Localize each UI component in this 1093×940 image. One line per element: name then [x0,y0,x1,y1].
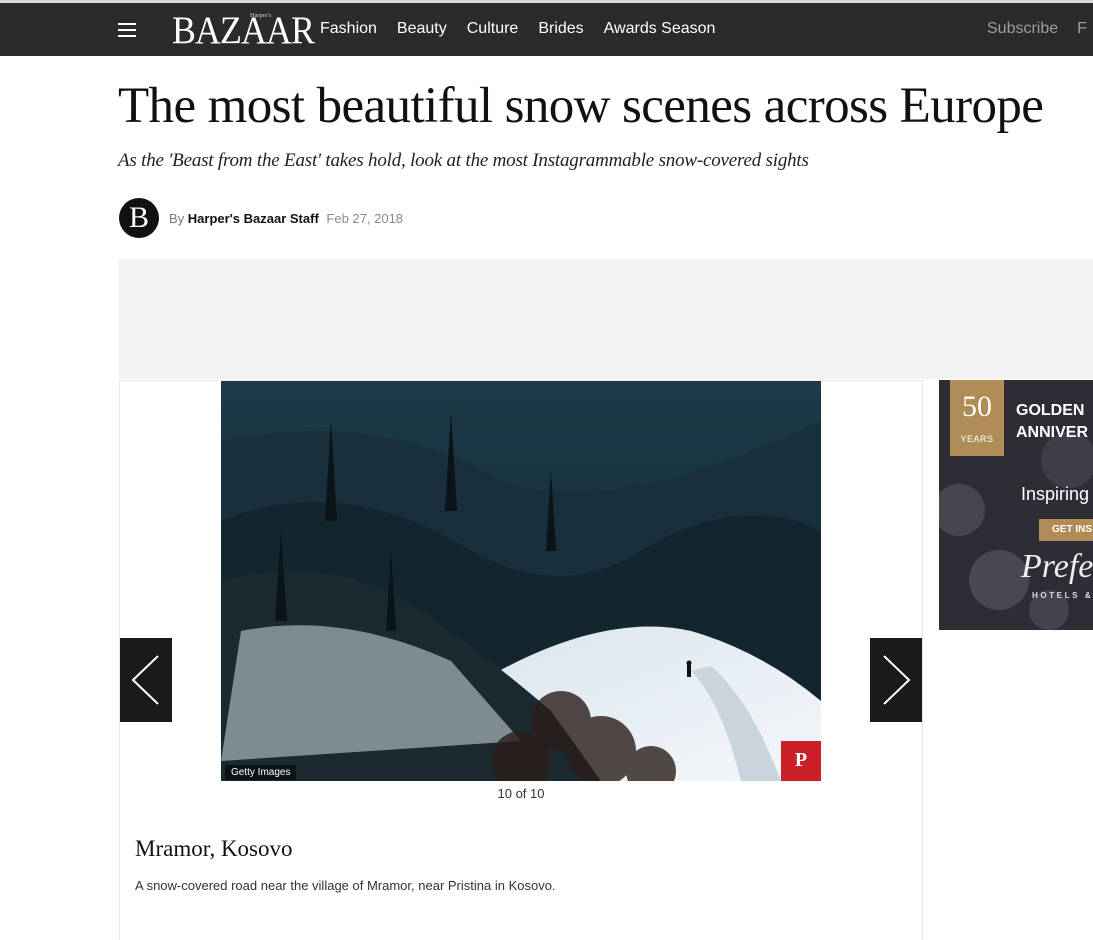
sidebar-ad[interactable]: 50 YEARS GOLDEN ANNIVER Inspiring GET IN… [939,380,1093,630]
pinterest-button[interactable]: P [781,741,821,781]
byline-prefix: By [169,211,185,226]
site-logo[interactable]: Harper's BAZAAR [172,11,326,51]
snow-landscape-image [221,381,821,781]
nav-item-fashion[interactable]: Fashion [320,20,377,38]
logo-wordmark: BAZAAR [172,9,315,52]
article-headline: The most beautiful snow scenes across Eu… [118,78,1044,134]
subscribe-link[interactable]: Subscribe [987,20,1058,38]
ad-cta-button[interactable]: GET INS [1039,519,1093,541]
gallery-photo[interactable] [221,381,821,781]
previous-slide-button[interactable] [120,638,172,722]
nav-item-beauty[interactable]: Beauty [397,20,447,38]
pinterest-icon: P [794,749,808,771]
publish-date: Feb 27, 2018 [326,211,404,226]
top-navigation-bar: Harper's BAZAAR Fashion Beauty Culture B… [0,3,1093,56]
banner-ad-placeholder [119,259,1093,379]
ad-heading-line2: ANNIVER [1016,424,1089,441]
ad-tagline: Inspiring [1021,484,1090,504]
ad-heading-line1: GOLDEN [1016,402,1085,419]
author-avatar[interactable]: B [119,198,159,238]
chevron-right-icon [883,655,911,705]
ad-script-logo: Prefe [1021,548,1093,585]
photo-credit: Getty Images [225,765,297,780]
ad-brand-text: HOTELS & [1032,591,1093,600]
ad-heading: GOLDEN ANNIVER [1016,400,1088,444]
next-slide-button[interactable] [870,638,922,722]
section-menu: Fashion Beauty Culture Brides Awards Sea… [320,20,715,38]
menu-icon[interactable] [118,23,136,37]
author-link[interactable]: Harper's Bazaar Staff [188,211,319,226]
anniversary-badge: 50 YEARS [950,380,1004,456]
slide-title: Mramor, Kosovo [135,836,293,861]
slide-caption: A snow-covered road near the village of … [135,878,556,893]
badge-label: YEARS [960,434,994,444]
badge-number: 50 [962,390,992,423]
slide-counter: 10 of 10 [497,786,545,801]
nav-item-awards-season[interactable]: Awards Season [604,20,716,38]
nav-item-brides[interactable]: Brides [538,20,583,38]
nav-item-culture[interactable]: Culture [467,20,519,38]
nav-right-truncated-link[interactable]: F [1077,20,1087,38]
nav-right-links: Subscribe F [987,20,1087,38]
byline: By Harper's Bazaar Staff Feb 27, 2018 [169,211,403,226]
article-dek: As the 'Beast from the East' takes hold,… [118,150,809,171]
chevron-left-icon [131,655,159,705]
